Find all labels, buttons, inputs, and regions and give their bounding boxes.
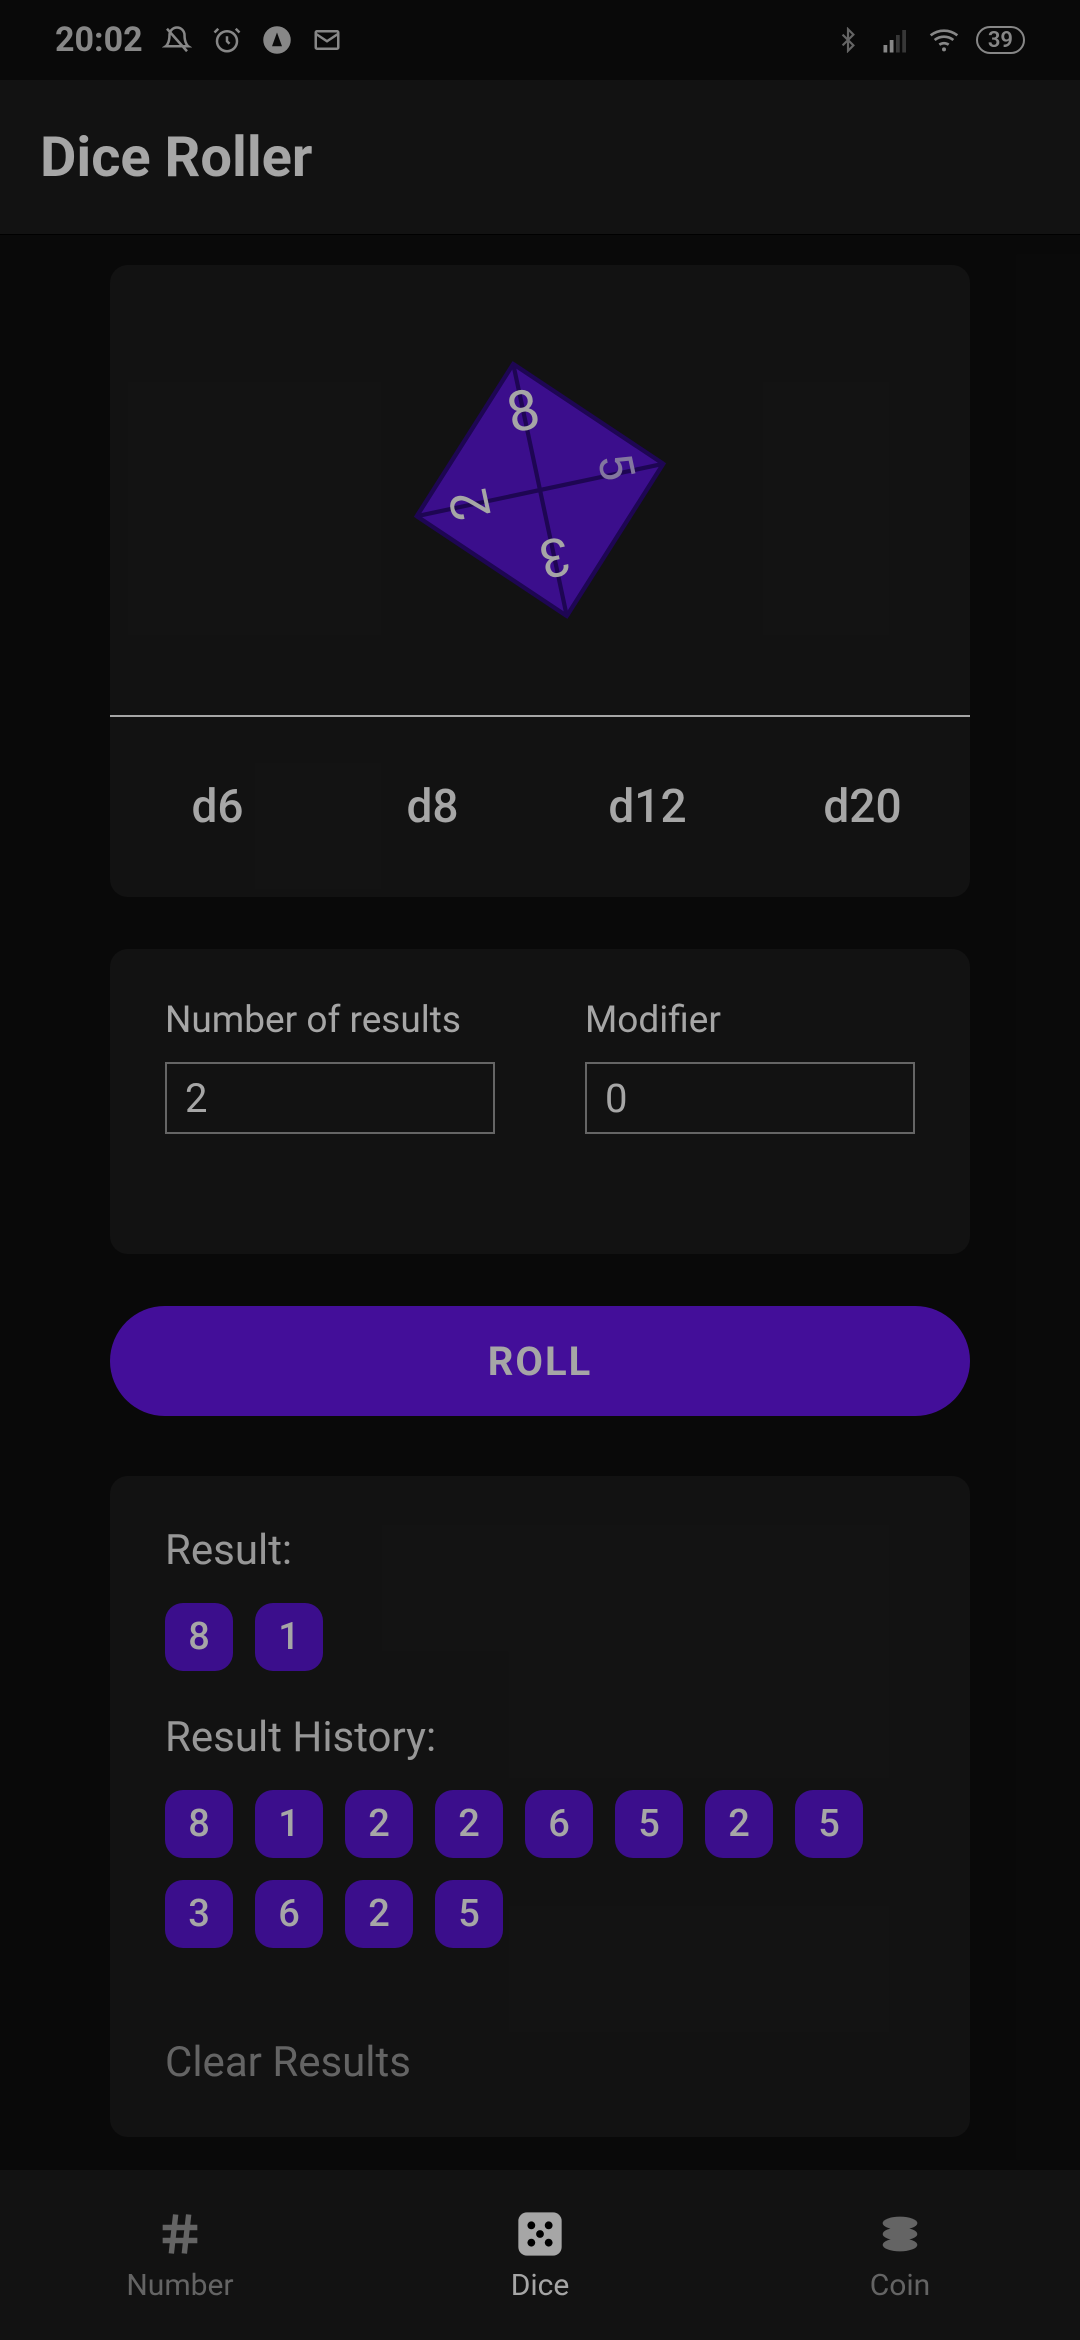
status-left: 20:02	[55, 20, 343, 60]
status-time: 20:02	[55, 20, 143, 60]
hash-icon	[154, 2208, 206, 2260]
roll-button[interactable]: ROLL	[110, 1306, 970, 1416]
nav-number[interactable]: Number	[0, 2170, 360, 2340]
nav-number-label: Number	[126, 2268, 233, 2303]
wifi-icon	[928, 24, 960, 56]
app-header: Dice Roller	[0, 80, 1080, 235]
tab-d8[interactable]: d8	[325, 717, 540, 897]
app-badge-icon	[261, 24, 293, 56]
content-area: 8 5 2 3 d6 d8 d12 d20 Number of results …	[0, 235, 1080, 2137]
dnd-icon	[161, 24, 193, 56]
modifier-input[interactable]	[585, 1062, 915, 1134]
history-pill: 2	[345, 1790, 413, 1858]
nav-coin[interactable]: Coin	[720, 2170, 1080, 2340]
alarm-icon	[211, 24, 243, 56]
history-pill: 6	[525, 1790, 593, 1858]
history-pill: 5	[615, 1790, 683, 1858]
results-card: Result: 81 Result History: 812265253625 …	[110, 1476, 970, 2137]
nav-coin-label: Coin	[870, 2268, 931, 2303]
bluetooth-icon	[832, 24, 864, 56]
clear-results-button[interactable]: Clear Results	[165, 2038, 915, 2087]
history-pill: 1	[255, 1790, 323, 1858]
history-pill: 5	[795, 1790, 863, 1858]
coin-icon	[874, 2208, 926, 2260]
number-of-results-label: Number of results	[165, 999, 495, 1042]
signal-icon	[880, 24, 912, 56]
mail-icon	[311, 24, 343, 56]
options-card: Number of results Modifier	[110, 949, 970, 1254]
modifier-group: Modifier	[585, 999, 915, 1134]
history-pill: 5	[435, 1880, 503, 1948]
history-pill: 3	[165, 1880, 233, 1948]
tab-d6[interactable]: d6	[110, 717, 325, 897]
nav-dice-label: Dice	[511, 2268, 570, 2303]
tab-d12[interactable]: d12	[540, 717, 755, 897]
history-pill: 8	[165, 1790, 233, 1858]
status-right: 39	[832, 24, 1025, 56]
nav-dice[interactable]: Dice	[360, 2170, 720, 2340]
result-pill: 8	[165, 1603, 233, 1671]
die-preview-card: 8 5 2 3 d6 d8 d12 d20	[110, 265, 970, 897]
result-history-row: 812265253625	[165, 1790, 915, 1948]
result-pill: 1	[255, 1603, 323, 1671]
history-pill: 2	[705, 1790, 773, 1858]
d8-die-icon: 8 5 2 3	[400, 350, 680, 630]
history-pill: 2	[435, 1790, 503, 1858]
app-title: Dice Roller	[40, 124, 312, 190]
dice-type-tabs: d6 d8 d12 d20	[110, 717, 970, 897]
result-label: Result:	[165, 1526, 915, 1575]
dice-icon	[514, 2208, 566, 2260]
battery-level: 39	[976, 26, 1025, 54]
result-history-label: Result History:	[165, 1713, 915, 1762]
number-of-results-input[interactable]	[165, 1062, 495, 1134]
number-of-results-group: Number of results	[165, 999, 495, 1134]
modifier-label: Modifier	[585, 999, 915, 1042]
history-pill: 6	[255, 1880, 323, 1948]
tab-d20[interactable]: d20	[755, 717, 970, 897]
status-bar: 20:02	[0, 0, 1080, 80]
history-pill: 2	[345, 1880, 413, 1948]
bottom-nav: Number Dice Coin	[0, 2170, 1080, 2340]
die-image: 8 5 2 3	[110, 265, 970, 715]
result-row: 81	[165, 1603, 915, 1671]
